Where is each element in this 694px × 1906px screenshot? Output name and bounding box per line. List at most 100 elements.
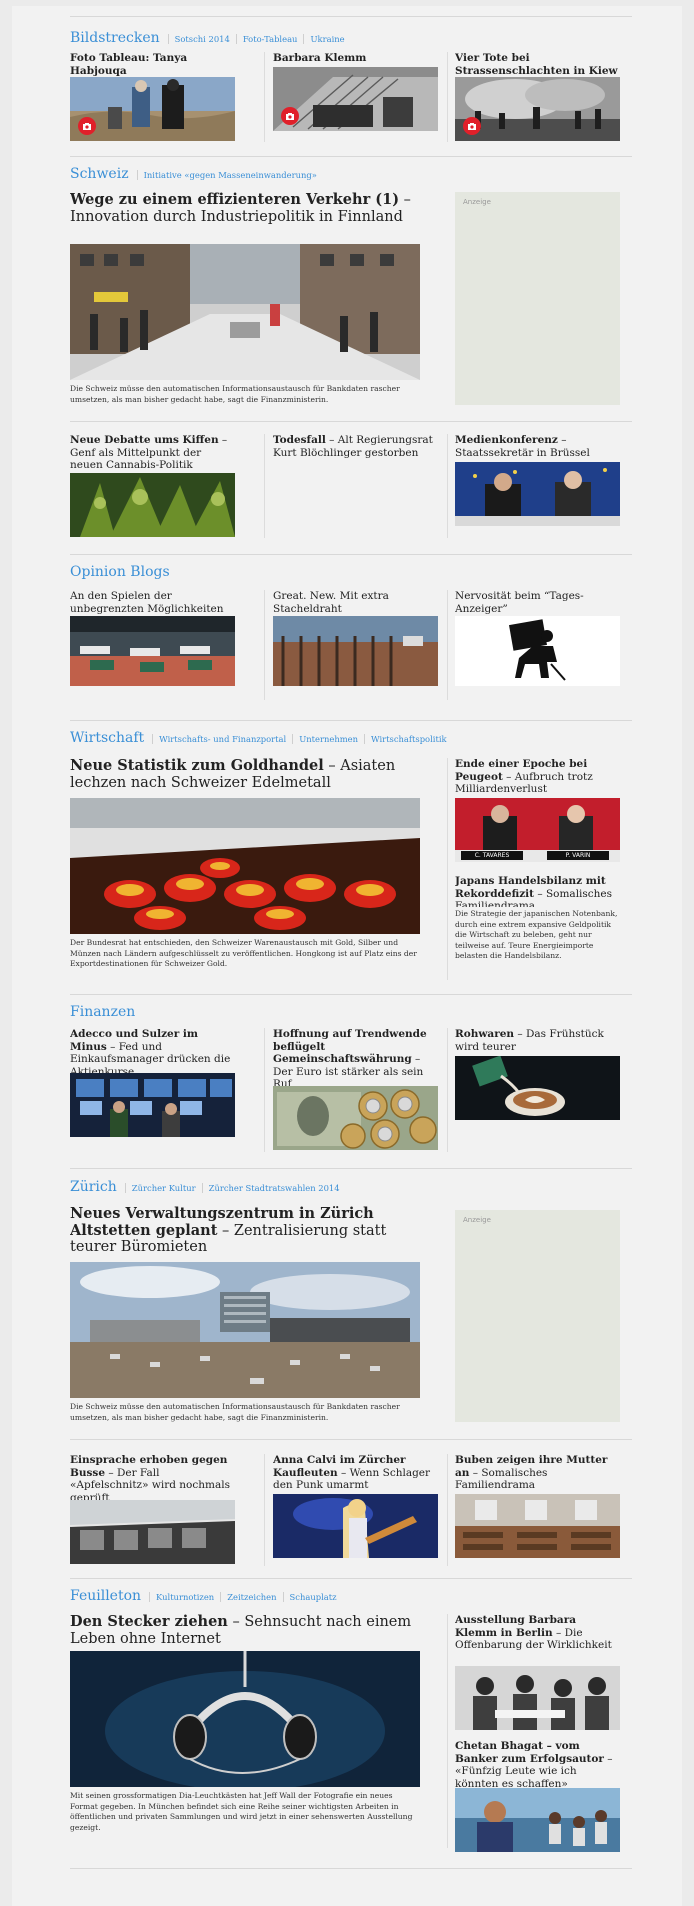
blog-teaser[interactable]: Great. New. Mit extra Stacheldraht: [273, 590, 438, 618]
blog-image-hall[interactable]: [70, 616, 235, 686]
section-link[interactable]: Initiative «gegen Masseneinwanderung»: [136, 170, 323, 180]
lead-article-headline[interactable]: Neues Verwaltungszentrum in Zürich Altst…: [70, 1206, 420, 1260]
article-image-trading-floor[interactable]: [70, 1073, 235, 1137]
column-divider: [264, 1454, 265, 1566]
article-teaser[interactable]: Anna Calvi im Zürcher Kaufleuten – Wenn …: [273, 1454, 438, 1494]
gallery-teaser-title[interactable]: Foto Tableau: Tanya Habjouqa: [70, 52, 235, 80]
gallery-teaser-title[interactable]: Vier Tote bei Strassenschlachten in Kiew: [455, 52, 620, 80]
section-bildstrecken: Bildstrecken Sotschi 2014 Foto-Tableau U…: [70, 30, 632, 54]
section-title[interactable]: Wirtschaft: [70, 730, 144, 746]
section-title[interactable]: Finanzen: [70, 1004, 135, 1020]
article-image-bus[interactable]: [70, 1500, 235, 1564]
headline-subtitle[interactable]: – Somalisches Familiendrama: [455, 1467, 547, 1492]
gallery-image-klemm[interactable]: [273, 67, 438, 131]
section-title[interactable]: Feuilleton: [70, 1588, 141, 1604]
headline[interactable]: Todesfall: [273, 434, 326, 446]
section-link[interactable]: Schauplatz: [282, 1592, 343, 1602]
section-title[interactable]: Opinion Blogs: [70, 564, 170, 580]
headline[interactable]: Medienkonferenz: [455, 434, 558, 446]
side-article-teaser[interactable]: Ausstellung Barbara Klemm in Berlin – Di…: [455, 1614, 620, 1662]
article-image-coffee[interactable]: [455, 1056, 620, 1120]
section-link[interactable]: Foto-Tableau: [235, 34, 304, 44]
section-divider: [70, 1578, 632, 1579]
section-link[interactable]: Zürcher Kultur: [124, 1183, 202, 1193]
lead-article-teaser: Mit seinen grossformatigen Dia-Leuchtkäs…: [70, 1791, 420, 1839]
lead-article-headline[interactable]: Neue Statistik zum Goldhandel – Asiaten …: [70, 758, 420, 798]
advertisement[interactable]: Anzeige: [455, 1210, 620, 1422]
headline[interactable]: An den Spielen der unbegrenzten Möglichk…: [70, 590, 235, 615]
photo: [455, 1494, 620, 1558]
lead-article-image-headphones[interactable]: [70, 1651, 420, 1787]
article-teaser[interactable]: Neue Debatte ums Kiffen – Genf als Mitte…: [70, 434, 235, 476]
photo: [455, 77, 620, 141]
article-teaser[interactable]: Todesfall – Alt Regierungsrat Kurt Blöch…: [273, 434, 438, 476]
headline[interactable]: Neue Debatte ums Kiffen: [70, 434, 219, 446]
side-article-teaser[interactable]: Chetan Bhagat – vom Banker zum Erfolgsau…: [455, 1740, 620, 1788]
section-link[interactable]: Zürcher Stadtratswahlen 2014: [201, 1183, 346, 1193]
teaser-headline[interactable]: Barbara Klemm: [273, 52, 366, 64]
blog-image-fence[interactable]: [273, 616, 438, 686]
photo: [70, 798, 420, 934]
section-zuerich: Zürich Zürcher Kultur Zürcher Stadtratsw…: [70, 1179, 632, 1203]
side-article-image-klemm[interactable]: [455, 1666, 620, 1730]
headline[interactable]: Den Stecker ziehen: [70, 1614, 228, 1630]
article-image-cannabis[interactable]: [70, 473, 235, 537]
section-header: Finanzen: [70, 1004, 632, 1028]
article-image-currency[interactable]: [273, 1086, 438, 1150]
headline[interactable]: Great. New. Mit extra Stacheldraht: [273, 590, 438, 615]
advertisement[interactable]: Anzeige: [455, 192, 620, 405]
section-link[interactable]: Kulturnotizen: [149, 1592, 220, 1602]
section-title[interactable]: Bildstrecken: [70, 30, 160, 46]
section-link[interactable]: Wirtschaftspolitik: [364, 734, 453, 744]
column-divider: [447, 52, 448, 142]
side-article-teaser[interactable]: Japans Handelsbilanz mit Rekorddefizit –…: [455, 875, 620, 907]
side-article-image-peugeot[interactable]: C. TAVARES P. VARIN: [455, 798, 620, 862]
photo: [455, 1666, 620, 1730]
teaser-headline[interactable]: Foto Tableau: Tanya Habjouqa: [70, 52, 187, 77]
article-teaser[interactable]: Hoffnung auf Trendwende beflügelt Gemein…: [273, 1028, 438, 1086]
headline[interactable]: Rohwaren: [455, 1028, 514, 1040]
lead-article-image-street[interactable]: [70, 244, 420, 380]
section-link[interactable]: Sotschi 2014: [167, 34, 236, 44]
blog-teaser[interactable]: An den Spielen der unbegrenzten Möglichk…: [70, 590, 235, 618]
side-article-image-bhagat[interactable]: [455, 1788, 620, 1852]
lead-article-image-gold[interactable]: [70, 798, 420, 934]
article-teaser[interactable]: Buben zeigen ihre Mutter an – Somalische…: [455, 1454, 620, 1494]
article-teaser[interactable]: Einsprache erhoben gegen Busse – Der Fal…: [70, 1454, 235, 1502]
photo: [273, 1086, 438, 1150]
section-header: Opinion Blogs: [70, 564, 632, 588]
lead-article-headline[interactable]: Den Stecker ziehen – Sehnsucht nach eine…: [70, 1614, 420, 1650]
section-divider: [70, 421, 632, 422]
lead-article-headline[interactable]: Wege zu einem effizienteren Verkehr (1) …: [70, 192, 420, 244]
article-teaser[interactable]: Rohwaren – Das Frühstück wird teurer: [455, 1028, 620, 1056]
article-teaser[interactable]: Medienkonferenz – Staatssekretär in Brüs…: [455, 434, 620, 462]
section-link[interactable]: Zeitzeichen: [220, 1592, 282, 1602]
article-image-press-conference[interactable]: [455, 462, 620, 526]
blog-teaser[interactable]: Nervosität beim “Tages-Anzeiger”: [455, 590, 620, 618]
section-title[interactable]: Schweiz: [70, 166, 129, 182]
article-image-concert[interactable]: [273, 1494, 438, 1558]
article-image-courtroom[interactable]: [455, 1494, 620, 1558]
headline[interactable]: Chetan Bhagat – vom Banker zum Erfolgsau…: [455, 1740, 604, 1765]
article-teaser[interactable]: Adecco und Sulzer im Minus – Fed und Ein…: [70, 1028, 235, 1076]
section-header: Zürich Zürcher Kultur Zürcher Stadtratsw…: [70, 1179, 632, 1203]
side-article-lead: Die Strategie der japanischen Notenbank,…: [455, 909, 620, 979]
blog-image-newspaper-reader[interactable]: [455, 616, 620, 686]
section-link[interactable]: Ukraine: [303, 34, 350, 44]
section-header: Bildstrecken Sotschi 2014 Foto-Tableau U…: [70, 30, 632, 54]
headline[interactable]: Nervosität beim “Tages-Anzeiger”: [455, 590, 620, 615]
gallery-teaser-title[interactable]: Barbara Klemm: [273, 52, 438, 68]
headline[interactable]: Neue Statistik zum Goldhandel: [70, 758, 324, 774]
photo: [455, 1056, 620, 1120]
lead-article-image-zurich[interactable]: [70, 1262, 420, 1398]
section-link[interactable]: Wirtschafts- und Finanzportal: [152, 734, 292, 744]
headline[interactable]: Hoffnung auf Trendwende beflügelt Gemein…: [273, 1028, 427, 1065]
teaser-headline[interactable]: Vier Tote bei Strassenschlachten in Kiew: [455, 52, 618, 77]
column-divider: [264, 590, 265, 700]
section-link[interactable]: Unternehmen: [292, 734, 364, 744]
gallery-image-kiew[interactable]: [455, 77, 620, 141]
gallery-image-habjouqa[interactable]: [70, 77, 235, 141]
side-article-teaser[interactable]: Ende einer Epoche bei Peugeot – Aufbruch…: [455, 758, 620, 798]
headline[interactable]: Wege zu einem effizienteren Verkehr (1): [70, 192, 399, 208]
section-title[interactable]: Zürich: [70, 1179, 117, 1195]
